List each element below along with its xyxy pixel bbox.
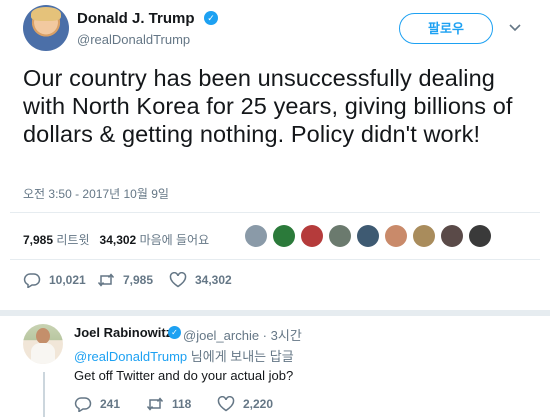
retweet-count: 118 (172, 397, 192, 411)
reply-to-link[interactable]: @realDonaldTrump (74, 349, 187, 364)
verified-badge-icon: ✓ (204, 11, 218, 25)
author-avatar[interactable] (23, 5, 69, 51)
liker-avatar[interactable] (273, 225, 295, 247)
retweet-count: 7,985 (123, 273, 154, 287)
retweets-count[interactable]: 7,985 (23, 233, 53, 247)
retweet-action[interactable]: 118 (146, 395, 191, 413)
liker-avatar[interactable] (301, 225, 323, 247)
liker-avatar[interactable] (385, 225, 407, 247)
reply-action[interactable]: 241 (74, 395, 120, 413)
divider (10, 212, 540, 213)
like-count: 2,220 (243, 397, 274, 411)
likes-label[interactable]: 마음에 들어요 (140, 233, 210, 247)
reply-action[interactable]: 10,021 (23, 271, 86, 289)
reply-to-suffix: 님에게 보내는 답글 (187, 349, 294, 364)
reply-author-handle[interactable]: @joel_archie · 3시간 (183, 325, 302, 344)
follow-button[interactable]: 팔로우 (399, 13, 493, 44)
reply-text: Get off Twitter and do your actual job? (74, 368, 294, 383)
heart-icon (169, 272, 187, 288)
reply-count: 241 (100, 397, 121, 411)
retweet-icon (146, 396, 164, 412)
tweet-timestamp[interactable]: 오전 3:50 - 2017년 10월 9일 (23, 185, 169, 202)
tweet-text: Our country has been unsuccessfully deal… (23, 65, 513, 147)
caret-down-icon[interactable] (508, 20, 522, 34)
reply-author-avatar[interactable] (23, 324, 63, 364)
liker-avatar[interactable] (245, 225, 267, 247)
liker-avatar[interactable] (413, 225, 435, 247)
divider (10, 259, 540, 260)
author-name[interactable]: Donald J. Trump (77, 10, 195, 27)
retweet-action[interactable]: 7,985 (97, 271, 153, 289)
liker-avatar[interactable] (329, 225, 351, 247)
verified-badge-icon: ✓ (168, 326, 181, 339)
liker-avatar[interactable] (441, 225, 463, 247)
reply-icon (74, 396, 92, 413)
likes-count[interactable]: 34,302 (100, 233, 137, 247)
author-handle[interactable]: @realDonaldTrump (77, 32, 190, 47)
like-count: 34,302 (195, 273, 232, 287)
retweet-icon (97, 272, 115, 288)
liker-avatar[interactable] (357, 225, 379, 247)
reply-icon (23, 272, 41, 289)
reply-author-name[interactable]: Joel Rabinowitz (74, 325, 172, 340)
like-action[interactable]: 34,302 (169, 271, 232, 289)
reply-to-line: @realDonaldTrump 님에게 보내는 답글 (74, 346, 294, 365)
tweet-stats: 7,985 리트윗 34,302 마음에 들어요 (23, 231, 209, 248)
reply-tweet[interactable]: Joel Rabinowitz ✓ @joel_archie · 3시간 @re… (0, 312, 550, 417)
retweets-label[interactable]: 리트윗 (56, 233, 89, 247)
heart-icon (217, 396, 235, 412)
like-action[interactable]: 2,220 (217, 395, 273, 413)
liker-avatar[interactable] (469, 225, 491, 247)
thread-line (43, 372, 45, 417)
reply-count: 10,021 (49, 273, 86, 287)
